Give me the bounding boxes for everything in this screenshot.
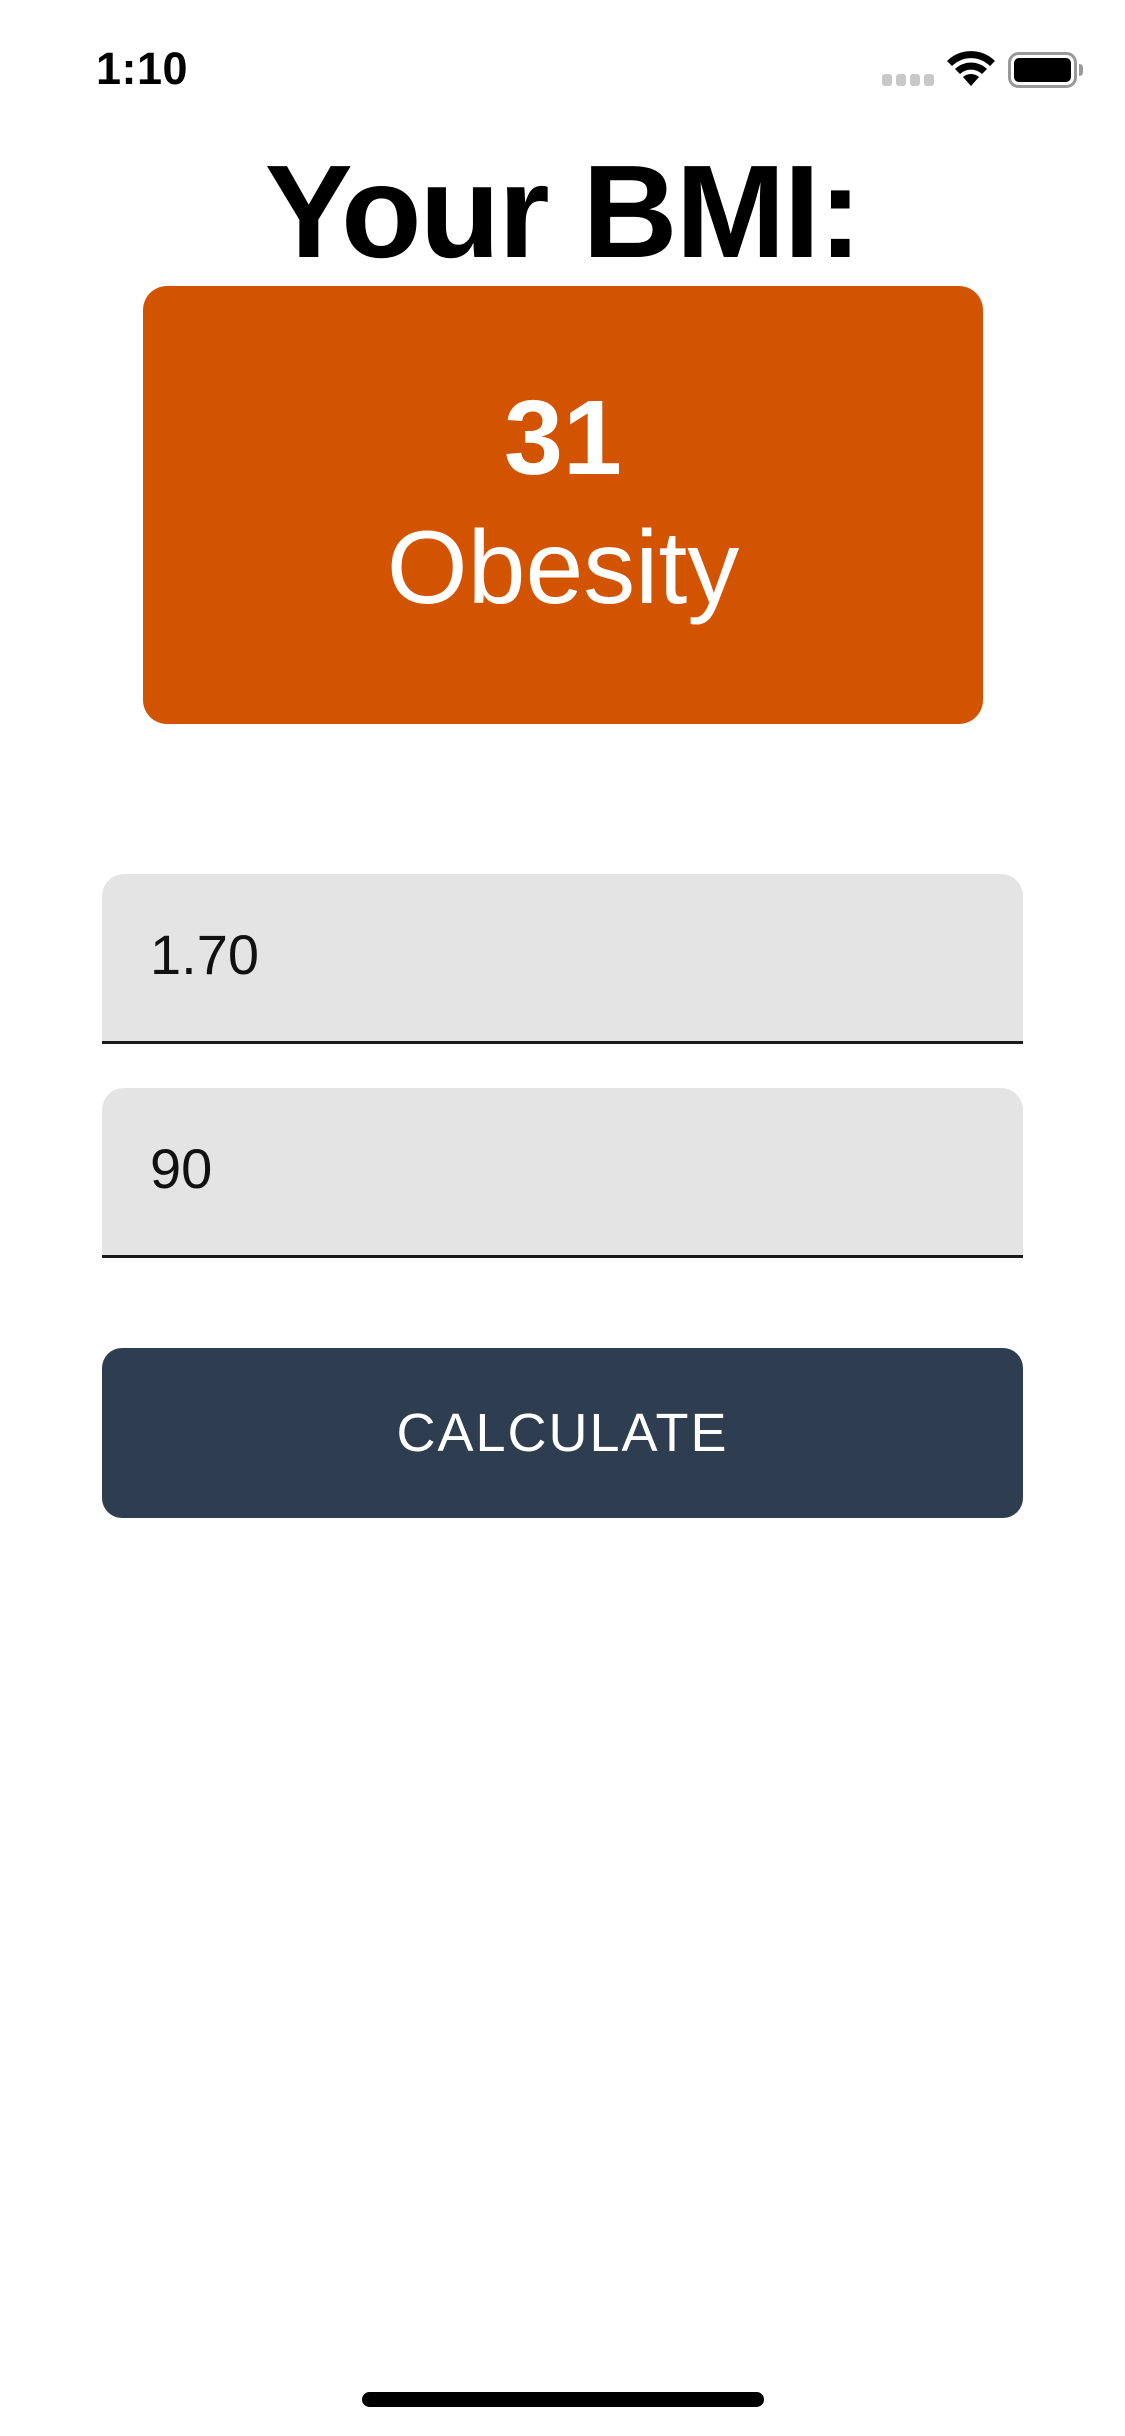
weight-field[interactable] bbox=[102, 1088, 1023, 1258]
bmi-value: 31 bbox=[504, 379, 622, 497]
height-field[interactable] bbox=[102, 874, 1023, 1044]
status-bar: 1:10 bbox=[0, 0, 1125, 132]
wifi-icon bbox=[947, 51, 995, 86]
bmi-result-card: 31 Obesity bbox=[143, 286, 983, 724]
bmi-category: Obesity bbox=[386, 510, 740, 626]
height-input[interactable] bbox=[150, 914, 990, 994]
home-indicator[interactable] bbox=[362, 2392, 764, 2407]
status-time: 1:10 bbox=[96, 43, 189, 94]
cellular-signal-icon bbox=[882, 74, 936, 86]
battery-icon bbox=[1008, 52, 1083, 88]
calculate-button[interactable]: CALCULATE bbox=[102, 1348, 1023, 1518]
page-title: Your BMI: bbox=[264, 138, 862, 285]
weight-input[interactable] bbox=[150, 1128, 990, 1208]
